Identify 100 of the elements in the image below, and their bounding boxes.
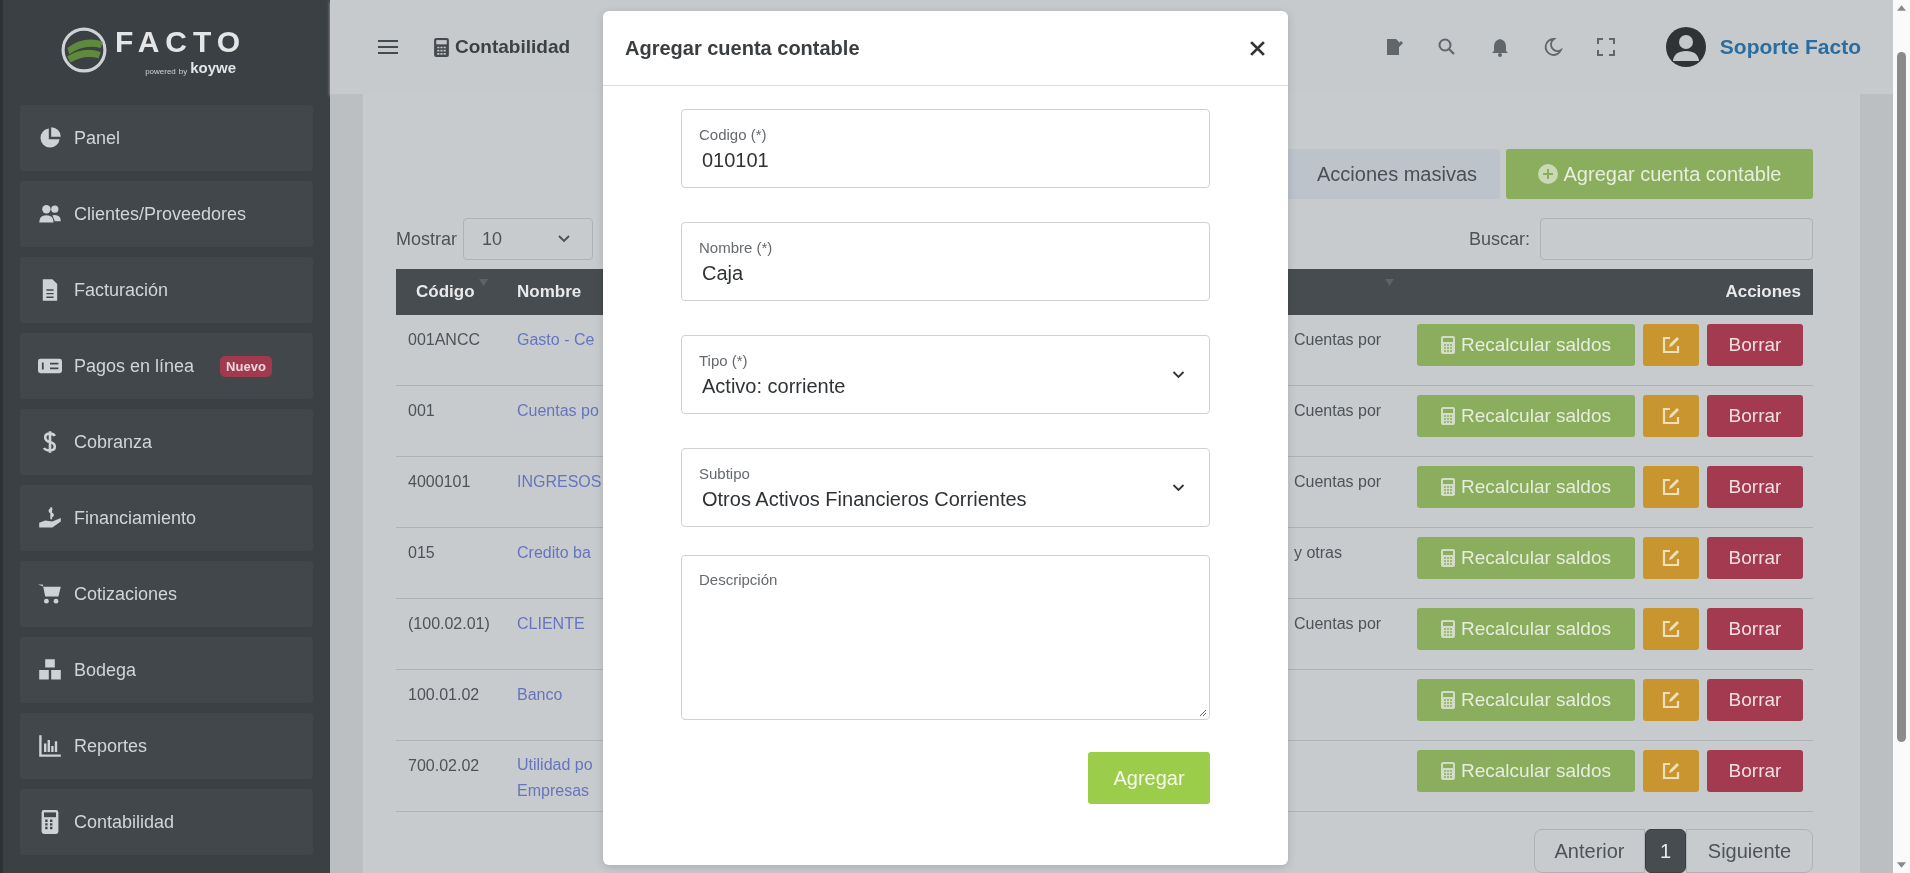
account-name-link[interactable]: CLIENTE [517, 611, 585, 637]
sidebar-label: Panel [74, 127, 121, 149]
delete-button[interactable]: Borrar [1707, 608, 1803, 650]
edit-button[interactable] [1643, 395, 1699, 437]
edit-icon [1661, 335, 1681, 355]
sidebar-item[interactable]: Contabilidad [20, 789, 313, 855]
edit-icon [1661, 761, 1681, 781]
moon-icon[interactable] [1542, 37, 1563, 57]
account-name-link[interactable]: Credito ba [517, 540, 591, 566]
chevron-icon [558, 235, 570, 243]
scroll-up-icon[interactable] [1897, 5, 1906, 11]
table-cell: Cuentas por [1294, 473, 1382, 490]
calculator-icon [1441, 407, 1455, 425]
text-field[interactable]: Nombre (*) Caja [681, 222, 1210, 301]
account-name-link[interactable]: Banco [517, 682, 563, 708]
user-menu[interactable]: Soporte Facto [1665, 27, 1861, 67]
calculator-icon [1441, 762, 1455, 780]
delete-button[interactable]: Borrar [1707, 750, 1803, 792]
code-cell: 100.01.02 [408, 686, 480, 703]
hand-coin-icon [38, 506, 62, 530]
dropdown-field[interactable]: Tipo (*) Activo: corriente [681, 335, 1210, 414]
cart-icon [38, 582, 62, 606]
edit-icon [1661, 477, 1681, 497]
scroll-down-icon[interactable] [1897, 862, 1906, 868]
calculator-icon [434, 37, 449, 57]
delete-button[interactable]: Borrar [1707, 324, 1803, 366]
code-cell: 4000101 [408, 473, 471, 490]
chevron-icon [1172, 483, 1185, 492]
edit-button[interactable] [1643, 324, 1699, 366]
bar-chart-icon [38, 734, 62, 758]
column-header[interactable]: Código [416, 282, 475, 302]
module-link[interactable]: Contabilidad [434, 36, 571, 58]
sidebar-label: Cotizaciones [74, 583, 178, 605]
account-name-link[interactable]: Gasto - Ce [517, 327, 595, 353]
sidebar-item[interactable]: Financiamiento [20, 485, 313, 551]
page-size-select[interactable]: 10 [463, 218, 593, 260]
scrollbar-thumb[interactable] [1897, 52, 1906, 742]
calculator-icon [1441, 336, 1455, 354]
fullscreen-icon[interactable] [1595, 37, 1616, 57]
logo-icon [61, 27, 107, 73]
code-cell: 700.02.02 [408, 757, 480, 774]
bulk-actions-button[interactable]: Acciones masivas [1287, 149, 1500, 199]
sidebar-item[interactable]: Clientes/Proveedores [20, 181, 313, 247]
page-button[interactable]: 1 [1645, 829, 1686, 873]
sidebar-item[interactable]: Pagos en línea Nuevo [20, 333, 313, 399]
sidebar-item[interactable]: Reportes [20, 713, 313, 779]
edit-button[interactable] [1643, 537, 1699, 579]
modal-title: Agregar cuenta contable [625, 36, 860, 60]
edit-button[interactable] [1643, 608, 1699, 650]
sidebar-item[interactable]: Bodega [20, 637, 313, 703]
column-header[interactable]: Nombre [517, 282, 582, 302]
delete-button[interactable]: Borrar [1707, 395, 1803, 437]
brand-label: koywe [190, 58, 237, 76]
powered-label: powered [145, 66, 176, 76]
code-cell: (100.02.01) [408, 615, 490, 632]
sidebar-label: Cobranza [74, 431, 153, 453]
plus-circle-icon [1537, 164, 1558, 184]
table-cell: Cuentas por [1294, 331, 1382, 348]
edit-icon [1661, 548, 1681, 568]
dropdown-field[interactable]: Subtipo Otros Activos Financieros Corrientes [681, 448, 1210, 527]
sidebar-item[interactable]: Cotizaciones [20, 561, 313, 627]
calculator-icon [1441, 549, 1455, 567]
calculator-icon [1441, 478, 1455, 496]
avatar-icon [1665, 27, 1706, 67]
table-cell: Cuentas por [1294, 402, 1382, 419]
table-cell: y otras [1294, 544, 1342, 561]
search-label: Buscar: [1468, 228, 1530, 250]
account-name-link[interactable]: INGRESOS [517, 469, 602, 495]
resize-handle-icon[interactable] [1199, 709, 1207, 717]
sidebar-item[interactable]: Panel [20, 105, 313, 171]
search-icon[interactable] [1436, 37, 1457, 57]
logo-wordmark: FACTO [115, 24, 247, 59]
sidebar-item[interactable]: Facturación [20, 257, 313, 323]
delete-button[interactable]: Borrar [1707, 466, 1803, 508]
edit-icon [1661, 406, 1681, 426]
delete-button[interactable]: Borrar [1707, 679, 1803, 721]
account-name-link[interactable]: Cuentas po [517, 398, 599, 424]
column-header[interactable]: Acciones [1725, 282, 1801, 302]
previous-button[interactable]: Anterior [1534, 829, 1645, 873]
edit-button[interactable] [1643, 750, 1699, 792]
edit-button[interactable] [1643, 679, 1699, 721]
sidebar-label: Reportes [74, 735, 148, 757]
sidebar-label: Contabilidad [74, 811, 175, 833]
table-cell: Cuentas por [1294, 615, 1382, 632]
close-icon[interactable] [1249, 39, 1266, 57]
search-field[interactable] [1540, 218, 1813, 260]
calculator-icon [1441, 691, 1455, 709]
text-field[interactable]: Codigo (*) 010101 [681, 109, 1210, 188]
chevron-icon [1172, 370, 1185, 379]
sidebar-item[interactable]: Cobranza [20, 409, 313, 475]
next-button[interactable]: Siguiente [1686, 829, 1813, 873]
code-cell: 015 [408, 544, 435, 561]
calculator-icon [1441, 620, 1455, 638]
edit-button[interactable] [1643, 466, 1699, 508]
menu-icon[interactable] [378, 39, 398, 55]
boxes-icon [38, 658, 62, 682]
sidebar-label: Bodega [74, 659, 137, 681]
description-field[interactable]: Descripción [681, 555, 1210, 720]
delete-button[interactable]: Borrar [1707, 537, 1803, 579]
account-name-link[interactable]: Utilidad po Empresas [517, 752, 605, 804]
